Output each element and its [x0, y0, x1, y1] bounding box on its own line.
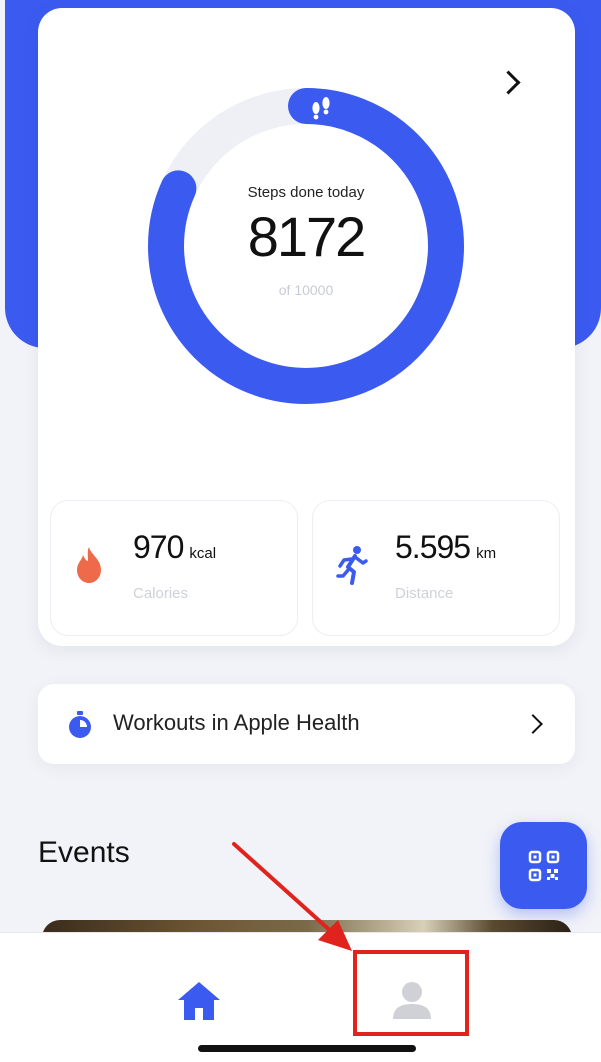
flame-icon [77, 547, 101, 583]
steps-progress-ring: Steps done today 8172 of 10000 [148, 88, 464, 404]
distance-value: 5.595 km [395, 529, 497, 565]
calories-unit: kcal [189, 545, 217, 562]
steps-card[interactable]: Steps done today 8172 of 10000 970 kcal C… [38, 8, 575, 646]
workouts-row[interactable]: Workouts in Apple Health [38, 684, 575, 764]
chevron-right-icon [523, 714, 543, 734]
calories-card[interactable]: 970 kcal Calories [50, 500, 298, 636]
home-indicator [198, 1045, 416, 1052]
tab-home[interactable] [176, 979, 222, 1023]
chevron-right-icon[interactable] [496, 70, 521, 95]
steps-count: 8172 [247, 205, 367, 268]
stopwatch-icon [69, 711, 91, 738]
events-heading: Events [38, 836, 130, 869]
qr-scan-button[interactable] [500, 822, 587, 909]
workouts-label: Workouts in Apple Health [113, 710, 360, 735]
distance-label: Distance [395, 585, 454, 602]
steps-title: Steps done today [247, 184, 365, 201]
calories-value: 970 kcal [133, 529, 217, 565]
qr-code-icon [528, 850, 559, 881]
running-person-icon [336, 546, 368, 585]
steps-goal: of 10000 [278, 282, 334, 298]
calories-label: Calories [133, 585, 189, 602]
footsteps-icon [304, 89, 338, 123]
tab-bar [0, 932, 601, 1062]
distance-unit: km [476, 545, 497, 562]
annotation-highlight-box [353, 950, 469, 1036]
distance-card[interactable]: 5.595 km Distance [312, 500, 560, 636]
home-icon [178, 982, 220, 1020]
